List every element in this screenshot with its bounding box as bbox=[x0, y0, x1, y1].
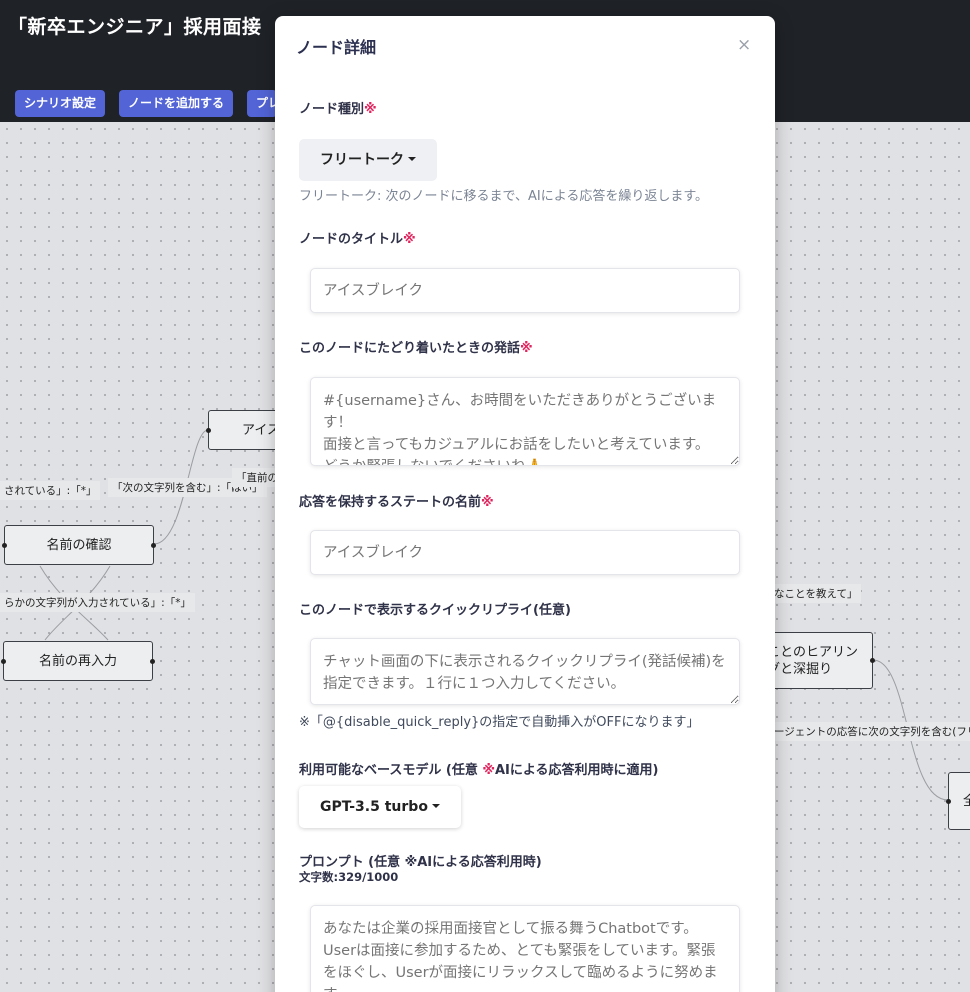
quick-reply-label: このノードで表示するクイックリプライ(任意) bbox=[299, 603, 571, 618]
node-title-input[interactable] bbox=[310, 268, 740, 313]
state-name-label-text: 応答を保持するステートの名前 bbox=[299, 495, 482, 510]
flow-node[interactable]: ことのヒアリン グと深掘り bbox=[760, 632, 875, 689]
prompt-textarea[interactable] bbox=[310, 905, 740, 992]
state-name-input[interactable] bbox=[310, 530, 740, 575]
node-port[interactable] bbox=[150, 658, 155, 664]
add-node-button[interactable]: ノードを追加する bbox=[119, 90, 234, 117]
node-port[interactable] bbox=[151, 542, 156, 548]
node-port[interactable] bbox=[870, 658, 875, 663]
close-icon[interactable]: × bbox=[737, 35, 751, 55]
node-port[interactable] bbox=[206, 427, 211, 433]
required-mark: ※ bbox=[520, 341, 533, 356]
caret-down-icon bbox=[408, 157, 416, 161]
node-detail-modal: ノード詳細 × ノード種別※ フリートーク フリートーク: 次のノードに移るまで… bbox=[275, 16, 775, 992]
node-port[interactable] bbox=[2, 542, 7, 548]
flow-node[interactable]: 全 bbox=[946, 772, 970, 830]
quick-reply-note: ※「@{disable_quick_reply}の指定で自動挿入がOFFになりま… bbox=[299, 715, 700, 730]
node-port[interactable] bbox=[946, 798, 951, 804]
required-mark: ※ bbox=[403, 232, 416, 247]
caret-down-icon bbox=[431, 804, 440, 808]
node-title-label-text: ノードのタイトル bbox=[299, 232, 404, 247]
base-model-label-suffix: AIによる応答利用時に適用) bbox=[494, 763, 659, 778]
preview-button[interactable]: プレ bbox=[247, 90, 277, 117]
flow-node-label: 名前の再入力 bbox=[38, 653, 117, 669]
arrival-utterance-textarea[interactable] bbox=[310, 377, 740, 466]
modal-title: ノード詳細 bbox=[296, 38, 377, 57]
edge-label: ージェントの応答に次の文字列を含む(フリー bbox=[770, 722, 970, 741]
scenario-settings-button[interactable]: シナリオ設定 bbox=[15, 90, 106, 117]
quick-reply-textarea[interactable] bbox=[310, 638, 740, 705]
required-mark: ※ bbox=[481, 495, 494, 510]
node-title-label: ノードのタイトル※ bbox=[299, 228, 416, 247]
required-mark: ※ bbox=[364, 102, 377, 117]
state-name-label: 応答を保持するステートの名前※ bbox=[299, 491, 494, 510]
node-type-hint: フリートーク: 次のノードに移るまで、AIによる応答を繰り返します。 bbox=[299, 189, 709, 204]
arrival-utterance-label: このノードにたどり着いたときの発話※ bbox=[299, 337, 533, 356]
base-model-selected: GPT-3.5 turbo bbox=[320, 799, 428, 815]
prompt-char-counter: 文字数:329/1000 bbox=[299, 870, 399, 884]
arrival-utterance-label-text: このノードにたどり着いたときの発話 bbox=[299, 341, 521, 356]
base-model-label-prefix: 利用可能なベースモデル (任意 bbox=[299, 763, 483, 778]
node-port[interactable] bbox=[1, 658, 6, 664]
node-type-label: ノード種別※ bbox=[299, 98, 377, 117]
node-type-label-text: ノード種別 bbox=[299, 102, 365, 117]
node-type-dropdown[interactable]: フリートーク bbox=[299, 139, 437, 181]
app-title: 「新卒エンジニア」採用面接 bbox=[8, 16, 262, 38]
base-model-dropdown[interactable]: GPT-3.5 turbo bbox=[299, 786, 461, 828]
edge-label: らかの文字列が入力されている」:「*」 bbox=[0, 593, 195, 612]
flow-node[interactable]: 名前の再入力 bbox=[1, 641, 155, 681]
base-model-label: 利用可能なベースモデル (任意 ※AIによる応答利用時に適用) bbox=[299, 759, 658, 778]
flow-node-label: 全 bbox=[963, 793, 970, 809]
prompt-label: プロンプト (任意 ※AIによる応答利用時) bbox=[299, 855, 542, 870]
edge-label: されている」:「*」 bbox=[0, 481, 101, 500]
flow-node-label: ことのヒアリン グと深掘り bbox=[767, 644, 858, 677]
flow-node-label: 名前の確認 bbox=[46, 537, 112, 553]
flow-node[interactable]: 名前の確認 bbox=[2, 525, 156, 565]
required-mark: ※ bbox=[482, 763, 495, 778]
node-type-selected: フリートーク bbox=[320, 152, 404, 168]
edge-label: なことを教えて」 bbox=[770, 584, 862, 603]
